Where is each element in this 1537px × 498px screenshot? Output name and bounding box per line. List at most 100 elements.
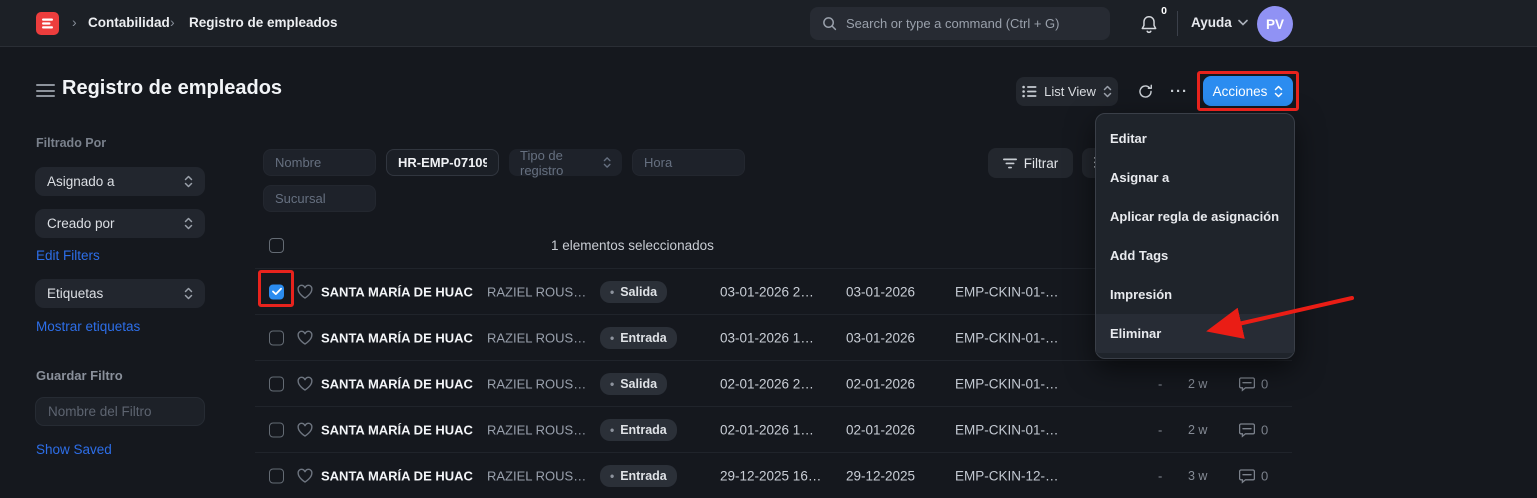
hora-filter-input[interactable]	[632, 149, 745, 176]
chevron-updown-icon	[184, 175, 193, 188]
notifications-button[interactable]: 0	[1136, 9, 1166, 39]
heart-icon[interactable]	[297, 376, 313, 391]
assigned-to-label: Asignado a	[47, 174, 115, 189]
chevron-updown-icon	[184, 217, 193, 230]
breadcrumb-chevron-icon: ›	[170, 14, 175, 30]
edit-filters-link[interactable]: Edit Filters	[36, 248, 100, 263]
search-placeholder: Search or type a command (Ctrl + G)	[846, 16, 1060, 31]
chevron-updown-icon	[184, 287, 193, 300]
row-assignee-empty: -	[1158, 422, 1162, 437]
row-date: 03-01-2026	[846, 284, 915, 299]
row-name[interactable]: SANTA MARÍA DE HUAC	[321, 376, 473, 391]
menu-item-editar[interactable]: Editar	[1096, 119, 1294, 158]
row-date: 02-01-2026	[846, 376, 915, 391]
show-tags-link[interactable]: Mostrar etiquetas	[36, 319, 140, 334]
menu-item-impresion[interactable]: Impresión	[1096, 275, 1294, 314]
filtrar-button[interactable]: Filtrar	[988, 148, 1073, 178]
comment-count: 0	[1261, 422, 1268, 437]
refresh-icon	[1137, 83, 1154, 100]
status-badge: Entrada	[600, 419, 677, 441]
avatar-initials: PV	[1266, 17, 1284, 32]
heart-icon[interactable]	[297, 422, 313, 437]
row-id: EMP-CKIN-12-…	[955, 468, 1059, 483]
row-modified-age: 2 w	[1188, 377, 1207, 391]
sidebar-toggle-icon[interactable]	[36, 84, 55, 97]
row-date: 02-01-2026	[846, 422, 915, 437]
navbar: › Contabilidad › Registro de empleados S…	[0, 0, 1537, 47]
heart-icon[interactable]	[297, 284, 313, 299]
row-id: EMP-CKIN-01-…	[955, 422, 1059, 437]
help-label: Ayuda	[1191, 15, 1232, 30]
nombre-filter-input[interactable]	[263, 149, 376, 176]
help-menu[interactable]: Ayuda	[1191, 15, 1248, 30]
created-by-label: Creado por	[47, 216, 115, 231]
row-employee: RAZIEL ROUS…	[487, 330, 586, 345]
chevron-down-icon	[1238, 19, 1248, 26]
assigned-to-select[interactable]: Asignado a	[35, 167, 205, 196]
row-name[interactable]: SANTA MARÍA DE HUAC	[321, 468, 473, 483]
acciones-label: Acciones	[1213, 84, 1268, 99]
row-name[interactable]: SANTA MARÍA DE HUAC	[321, 422, 473, 437]
heart-icon[interactable]	[297, 468, 313, 483]
list-view-label: List View	[1044, 84, 1096, 99]
row-checkbox[interactable]	[269, 330, 284, 345]
more-options-button[interactable]: ···	[1163, 77, 1195, 106]
table-row[interactable]: SANTA MARÍA DE HUAC RAZIEL ROUS… Salida …	[255, 360, 1292, 406]
refresh-button[interactable]	[1128, 77, 1162, 106]
comment-count: 0	[1261, 468, 1268, 483]
created-by-select[interactable]: Creado por	[35, 209, 205, 238]
row-checkbox[interactable]	[269, 422, 284, 437]
menu-item-aplicar-regla[interactable]: Aplicar regla de asignación	[1096, 197, 1294, 236]
list-view-selector[interactable]: List View	[1016, 77, 1118, 106]
search-input[interactable]: Search or type a command (Ctrl + G)	[810, 7, 1110, 40]
status-badge: Salida	[600, 373, 667, 395]
acciones-dropdown-menu: Editar Asignar a Aplicar regla de asigna…	[1095, 113, 1295, 359]
erpnext-logo-glyph	[41, 17, 54, 30]
menu-item-asignar-a[interactable]: Asignar a	[1096, 158, 1294, 197]
row-datetime: 03-01-2026 2…	[720, 284, 814, 299]
row-comments[interactable]: 0	[1239, 422, 1268, 437]
show-saved-link[interactable]: Show Saved	[36, 442, 112, 457]
row-datetime: 02-01-2026 2…	[720, 376, 814, 391]
table-row[interactable]: SANTA MARÍA DE HUAC RAZIEL ROUS… Entrada…	[255, 452, 1292, 498]
erpnext-logo[interactable]	[36, 12, 59, 35]
row-modified-age: 2 w	[1188, 423, 1207, 437]
avatar[interactable]: PV	[1257, 6, 1293, 42]
row-comments[interactable]: 0	[1239, 376, 1268, 391]
sucursal-filter-input[interactable]	[263, 185, 376, 212]
row-employee: RAZIEL ROUS…	[487, 468, 586, 483]
navbar-divider	[1177, 11, 1178, 36]
row-name[interactable]: SANTA MARÍA DE HUAC	[321, 284, 473, 299]
row-checkbox[interactable]	[269, 284, 284, 299]
employee-filter-input[interactable]	[386, 149, 499, 176]
table-row[interactable]: SANTA MARÍA DE HUAC RAZIEL ROUS… Entrada…	[255, 406, 1292, 452]
row-date: 03-01-2026	[846, 330, 915, 345]
filtrar-label: Filtrar	[1024, 156, 1059, 171]
menu-item-eliminar[interactable]: Eliminar	[1096, 314, 1294, 353]
status-badge: Entrada	[600, 465, 677, 487]
row-id: EMP-CKIN-01-…	[955, 284, 1059, 299]
row-assignee-empty: -	[1158, 376, 1162, 391]
page-title: Registro de empleados	[62, 77, 282, 100]
breadcrumb-contabilidad[interactable]: Contabilidad	[88, 15, 170, 30]
row-checkbox[interactable]	[269, 376, 284, 391]
row-comments[interactable]: 0	[1239, 468, 1268, 483]
row-name[interactable]: SANTA MARÍA DE HUAC	[321, 330, 473, 345]
select-all-checkbox[interactable]	[269, 238, 284, 253]
acciones-button[interactable]: Acciones	[1203, 76, 1293, 106]
row-datetime: 03-01-2026 1…	[720, 330, 814, 345]
filter-name-input[interactable]	[35, 397, 205, 426]
save-filter-label: Guardar Filtro	[36, 368, 123, 383]
row-id: EMP-CKIN-01-…	[955, 330, 1059, 345]
comment-icon	[1239, 422, 1255, 437]
menu-item-add-tags[interactable]: Add Tags	[1096, 236, 1294, 275]
tipo-registro-select[interactable]: Tipo de registro	[509, 149, 622, 176]
row-modified-age: 3 w	[1188, 469, 1207, 483]
heart-icon[interactable]	[297, 330, 313, 345]
breadcrumb-chevron-icon: ›	[72, 14, 77, 30]
row-checkbox[interactable]	[269, 468, 284, 483]
list-icon	[1022, 85, 1037, 98]
breadcrumb-registro[interactable]: Registro de empleados	[189, 15, 338, 30]
chevron-updown-icon	[603, 156, 611, 169]
tags-select[interactable]: Etiquetas	[35, 279, 205, 308]
